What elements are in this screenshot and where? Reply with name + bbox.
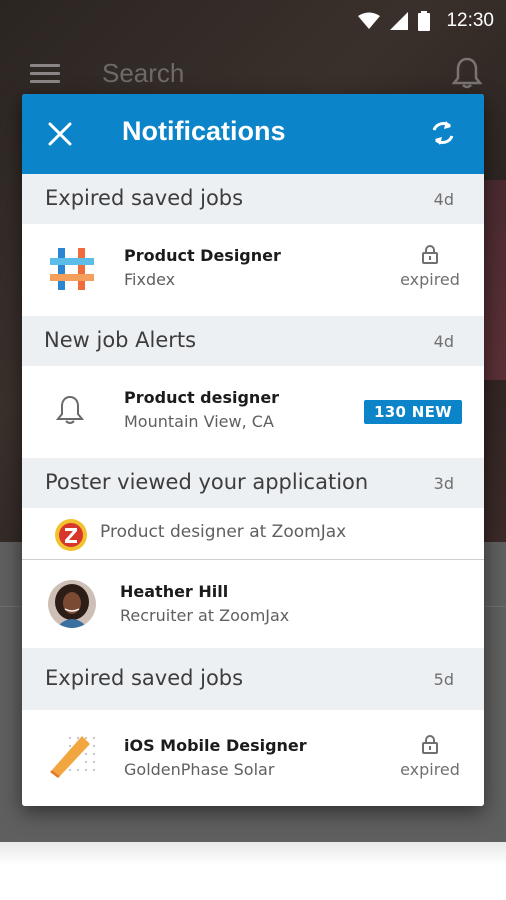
section-header-poster-viewed: Poster viewed your application 3d xyxy=(22,458,484,508)
notifications-dialog: Notifications Expired saved jobs 4d Prod… xyxy=(22,94,484,806)
expired-status: expired xyxy=(400,734,460,779)
notification-item-ios-mobile-designer[interactable]: iOS Mobile Designer GoldenPhase Solar ex… xyxy=(22,710,484,806)
company-name: GoldenPhase Solar xyxy=(124,760,275,779)
status-bar: 12:30 xyxy=(0,0,506,42)
background-bottom xyxy=(0,842,506,900)
job-title: Product Designer xyxy=(124,246,281,265)
expired-status: expired xyxy=(400,244,460,289)
close-icon[interactable] xyxy=(46,120,74,148)
zoomjax-logo-icon xyxy=(55,519,87,551)
section-title: Poster viewed your application xyxy=(45,470,369,494)
section-header-expired-saved-jobs-2: Expired saved jobs 5d xyxy=(22,648,484,710)
new-count-badge[interactable]: 130 NEW xyxy=(364,400,462,424)
dialog-title: Notifications xyxy=(122,116,286,146)
section-header-expired-saved-jobs: Expired saved jobs 4d xyxy=(22,174,484,224)
person-name: Heather Hill xyxy=(120,582,229,601)
bell-icon[interactable] xyxy=(452,56,482,90)
search-input[interactable]: Search xyxy=(102,58,184,89)
alert-title: Product designer xyxy=(124,388,280,407)
battery-icon xyxy=(418,11,431,31)
background-app-bar: Search xyxy=(0,50,506,98)
section-header-new-job-alerts: New job Alerts 4d xyxy=(22,316,484,366)
alert-location: Mountain View, CA xyxy=(124,412,274,431)
refresh-icon[interactable] xyxy=(428,118,458,148)
dialog-header: Notifications xyxy=(22,94,484,174)
menu-icon[interactable] xyxy=(30,64,60,84)
section-title: New job Alerts xyxy=(44,328,197,352)
status-time: 12:30 xyxy=(446,10,494,31)
section-title: Expired saved jobs xyxy=(45,666,244,690)
lock-icon xyxy=(422,245,438,264)
section-age: 5d xyxy=(433,670,454,689)
section-age: 4d xyxy=(433,190,454,209)
section-age: 3d xyxy=(433,474,454,493)
section-age: 4d xyxy=(433,332,454,351)
lock-icon xyxy=(422,735,438,754)
signal-icon xyxy=(390,12,409,30)
status-label: expired xyxy=(400,270,460,289)
notification-item-heather-hill[interactable]: Heather Hill Recruiter at ZoomJax xyxy=(22,560,484,648)
applied-job-text: Product designer at ZoomJax xyxy=(100,522,347,542)
person-headline: Recruiter at ZoomJax xyxy=(120,606,290,625)
avatar xyxy=(48,580,96,628)
wifi-icon xyxy=(358,12,381,29)
bell-icon xyxy=(56,395,84,424)
status-label: expired xyxy=(400,760,460,779)
fixdex-logo-icon xyxy=(50,248,94,290)
goldenphase-logo-icon xyxy=(50,736,96,778)
applied-job-line[interactable]: Product designer at ZoomJax xyxy=(22,508,484,560)
section-title: Expired saved jobs xyxy=(45,186,244,210)
notification-item-product-designer-fixdex[interactable]: Product Designer Fixdex expired xyxy=(22,224,484,316)
company-name: Fixdex xyxy=(124,270,176,289)
notification-item-product-designer-alert[interactable]: Product designer Mountain View, CA 130 N… xyxy=(22,366,484,458)
job-title: iOS Mobile Designer xyxy=(124,736,307,755)
